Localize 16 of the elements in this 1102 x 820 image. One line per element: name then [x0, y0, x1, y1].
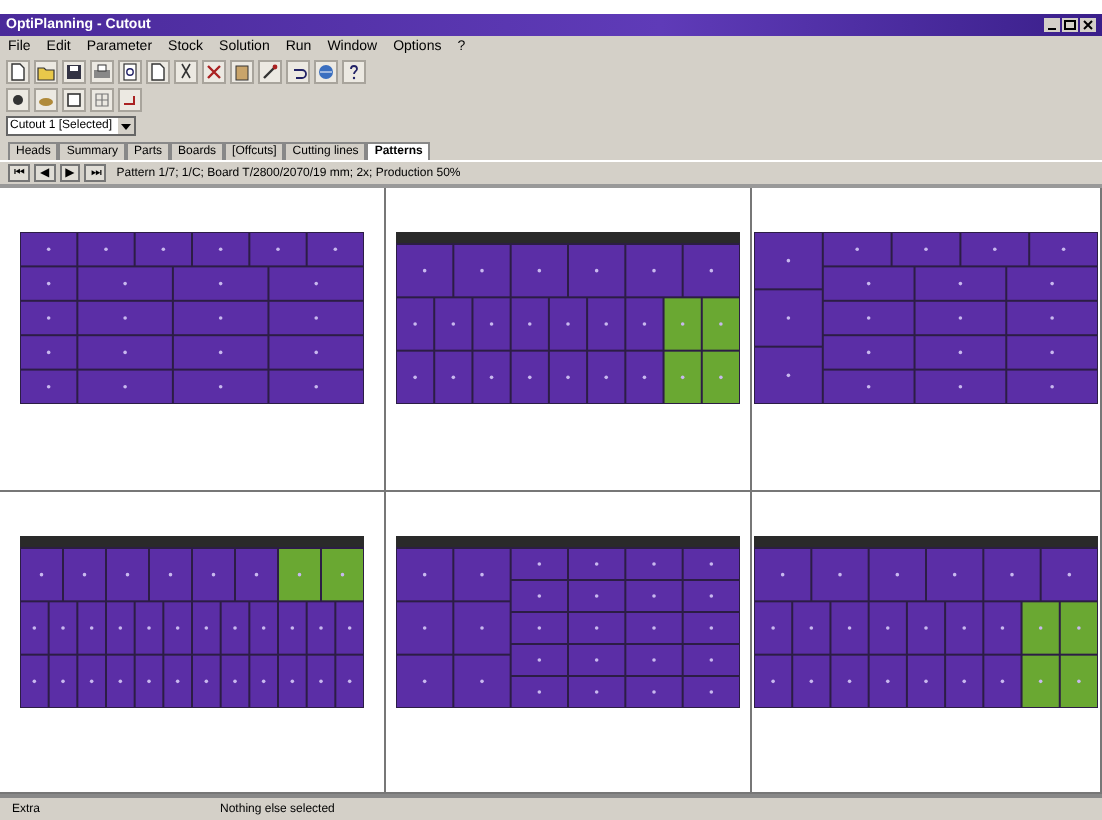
toolbar-icon[interactable] — [342, 60, 366, 84]
toolbar-icon[interactable] — [62, 60, 86, 84]
toolbar-icon[interactable] — [6, 60, 30, 84]
close-icon[interactable] — [1080, 18, 1096, 32]
toolbar-icon[interactable] — [62, 88, 86, 112]
toolbar-icon[interactable] — [90, 60, 114, 84]
toolbar-icon[interactable] — [258, 60, 282, 84]
minimize-icon[interactable] — [1044, 18, 1060, 32]
toolbar-icon[interactable] — [118, 88, 142, 112]
toolbar-icon[interactable] — [202, 60, 226, 84]
toolbar-icon[interactable] — [174, 60, 198, 84]
toolbar-icon[interactable] — [118, 60, 142, 84]
toolbar-icon[interactable] — [6, 88, 30, 112]
toolbar-icon[interactable] — [146, 60, 170, 84]
maximize-icon[interactable] — [1062, 18, 1078, 32]
toolbar-icon[interactable] — [286, 60, 310, 84]
